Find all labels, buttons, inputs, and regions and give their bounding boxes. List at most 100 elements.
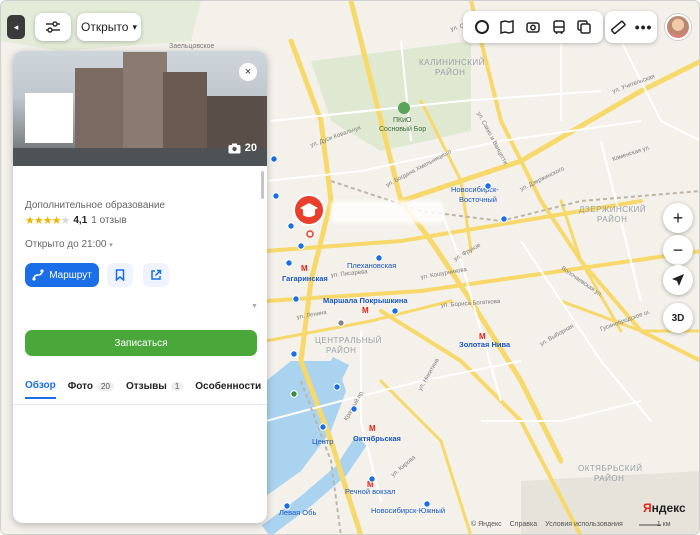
divider — [13, 404, 267, 405]
organization-photo[interactable]: × 20 — [13, 51, 267, 166]
poi-dot[interactable] — [270, 155, 278, 163]
metro-icon: M — [362, 306, 369, 315]
poi-dot[interactable] — [423, 500, 431, 508]
place-label: Плехановская — [347, 261, 396, 270]
plus-icon: + — [672, 207, 684, 228]
more-icon[interactable]: ••• — [635, 19, 653, 35]
poi-dot[interactable] — [350, 405, 358, 413]
poi-dot[interactable] — [391, 307, 399, 315]
open-now-filter[interactable]: Открыто ▾ — [77, 13, 141, 41]
minus-icon: − — [672, 239, 684, 260]
bookmark-button[interactable] — [107, 263, 133, 287]
poi-dot[interactable] — [272, 192, 280, 200]
poi-dot[interactable] — [368, 475, 376, 483]
signup-label: Записаться — [114, 337, 168, 349]
help-link[interactable]: Справка — [510, 521, 537, 528]
route-label: Маршрут — [49, 269, 92, 281]
tab-reviews[interactable]: Отзывы 1 — [126, 380, 184, 399]
star-icon: ★ — [60, 215, 71, 227]
poi-dot[interactable] — [287, 222, 295, 230]
district-label: ЦЕНТРАЛЬНЫЙ — [315, 336, 382, 345]
logo-letter: Я — [643, 501, 652, 515]
zoom-out-button[interactable]: − — [663, 235, 693, 265]
district-label: КАЛИНИНСКИЙ — [419, 58, 485, 67]
avatar[interactable] — [665, 14, 691, 40]
poi-dot[interactable] — [285, 259, 293, 267]
star-rating-icon: ★★★★★ — [25, 214, 71, 227]
district-label: РАЙОН — [326, 346, 356, 355]
tools-toolbar: ••• — [605, 11, 657, 43]
bus-icon[interactable] — [551, 19, 567, 35]
poi-dot[interactable] — [319, 423, 327, 431]
yandex-logo[interactable]: Яндекс — [643, 501, 686, 515]
district-label: РАЙОН — [594, 474, 624, 483]
panorama-icon[interactable] — [474, 19, 490, 35]
poi-dot[interactable] — [500, 215, 508, 223]
tab-photos[interactable]: Фото 20 — [68, 380, 114, 399]
poi-dot[interactable] — [337, 319, 345, 327]
location-arrow-icon — [672, 274, 684, 286]
hours-label: Открыто до 21:00 — [25, 239, 107, 250]
place-label: Новосибирск- — [451, 185, 499, 194]
chevron-down-icon: ▾ — [132, 21, 137, 32]
place-label: Восточный — [459, 195, 497, 204]
close-icon: × — [244, 66, 252, 78]
ruler-icon[interactable] — [610, 19, 626, 35]
place-label: Центр — [312, 437, 333, 446]
zoom-in-button[interactable]: + — [663, 203, 693, 233]
metro-icon: M — [369, 424, 376, 433]
metro-label: Гагаринская — [282, 274, 328, 283]
metro-icon: M — [479, 332, 486, 341]
tab-overview[interactable]: Обзор — [25, 380, 56, 399]
category-label: Дополнительное образование — [25, 200, 166, 211]
close-button[interactable]: × — [239, 63, 257, 81]
metro-icon: M — [301, 264, 308, 273]
poi-dot[interactable] — [292, 295, 300, 303]
rating-row[interactable]: ★★★★★ 4,1 1 отзыв — [25, 214, 127, 227]
place-label: Левая Обь — [279, 508, 316, 517]
rating-value: 4,1 — [73, 215, 88, 226]
redacted-sign — [25, 93, 73, 143]
3d-button[interactable]: 3D — [663, 303, 693, 333]
logo-text: ндекс — [651, 501, 686, 515]
star-icon: ★ — [42, 215, 53, 227]
place-label: Заельцовское — [169, 43, 215, 50]
poi-dot[interactable] — [333, 383, 341, 391]
district-label: РАЙОН — [597, 215, 627, 224]
poi-dot[interactable] — [283, 502, 291, 510]
camera-icon[interactable] — [525, 19, 541, 35]
tab-badge: 20 — [97, 382, 114, 391]
poi-title-blurred — [331, 201, 443, 223]
scrollbar[interactable] — [261, 171, 264, 199]
geolocation-button[interactable] — [663, 265, 693, 295]
park-label: ПКиО — [393, 117, 412, 124]
park-icon[interactable] — [398, 102, 410, 114]
route-button[interactable]: Маршрут — [25, 263, 99, 287]
park-label: Сосновый Бор — [379, 125, 426, 133]
poi-dot[interactable] — [484, 182, 492, 190]
map-book-icon[interactable] — [499, 19, 515, 35]
poi-dot[interactable] — [290, 390, 298, 398]
camera-icon — [228, 143, 241, 153]
terms-link[interactable]: Условия использования — [545, 521, 623, 528]
scale-label: 1 км — [656, 521, 671, 528]
share-button[interactable] — [143, 263, 169, 287]
filters-button[interactable] — [35, 13, 71, 41]
share-icon — [151, 269, 162, 280]
tab-features[interactable]: Особенности — [195, 380, 261, 399]
photo-count[interactable]: 20 — [228, 142, 257, 154]
layers-icon[interactable] — [576, 19, 592, 35]
poi-dot[interactable] — [375, 254, 383, 262]
poi-dot[interactable] — [297, 242, 305, 250]
card-tabs: Обзор Фото 20 Отзывы 1 Особенности — [25, 380, 261, 399]
opening-hours[interactable]: Открыто до 21:00 ▾ — [25, 239, 113, 250]
poi-dot[interactable] — [290, 350, 298, 358]
tab-label: Обзор — [25, 380, 56, 391]
photo-count-value: 20 — [244, 142, 257, 154]
collapse-panel-button[interactable]: ◂ — [7, 15, 25, 39]
screenshot-frame: КАЛИНИНСКИЙ РАЙОН ДЗЕРЖИНСКИЙ РАЙОН ЦЕНТ… — [0, 0, 700, 535]
copyright-link[interactable]: © Яндекс — [471, 521, 502, 528]
chevron-down-icon: ▼ — [251, 303, 258, 310]
signup-button[interactable]: Записаться — [25, 330, 257, 356]
tab-badge: 1 — [170, 382, 184, 391]
